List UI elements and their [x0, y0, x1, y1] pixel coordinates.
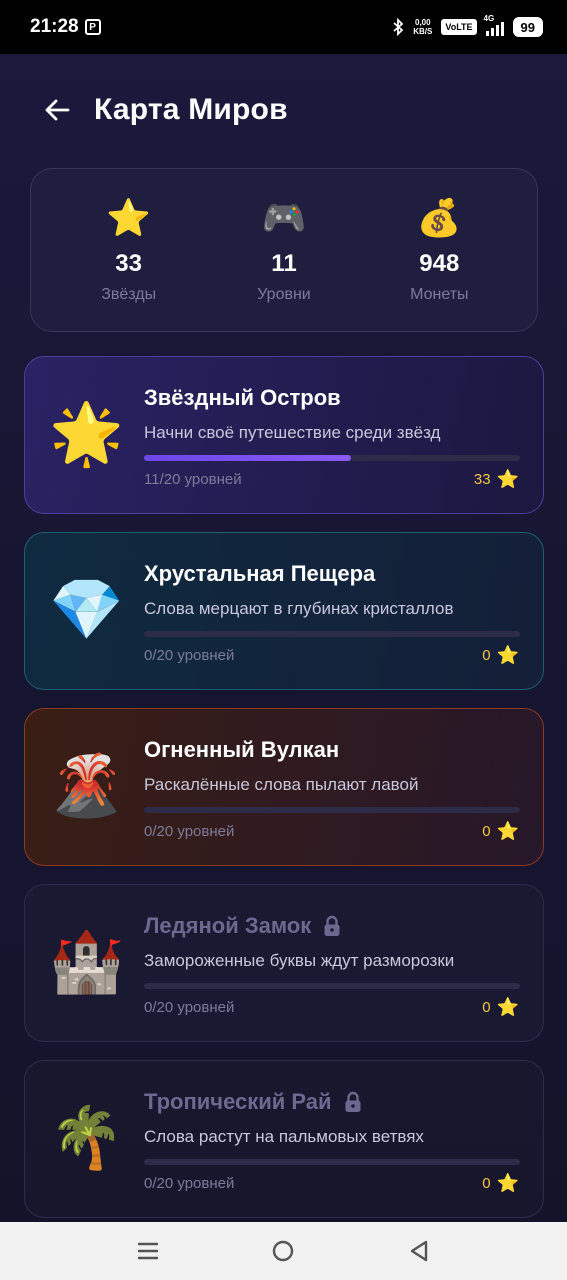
network-speed: 0,00 KB/S [413, 18, 433, 36]
star-icon: ⭐ [496, 469, 519, 489]
header: Карта Миров [44, 88, 537, 132]
star-icon: ⭐ [496, 997, 519, 1017]
gamepad-icon: 🎮 [261, 197, 307, 238]
palm-tree-icon: 🌴 [49, 1104, 124, 1171]
world-description: Слова мерцают в глубинах кристаллов [144, 599, 454, 618]
progress-fill [144, 455, 351, 461]
home-button[interactable] [263, 1231, 303, 1271]
triangle-back-icon [410, 1240, 428, 1262]
circle-icon [273, 1240, 294, 1262]
stats-panel: ⭐ 33 Звёзды 🎮 11 Уровни 💰 948 Монеты [30, 168, 538, 332]
stat-value: 11 [271, 250, 297, 277]
volcano-icon: 🌋 [49, 752, 124, 819]
world-title: Хрустальная Пещера [144, 561, 376, 586]
world-stars: 0 ⭐ [482, 997, 519, 1017]
signal-icon: 4G [484, 14, 504, 36]
world-stars: 0 ⭐ [482, 645, 519, 665]
world-progress-bar [144, 1159, 520, 1165]
world-description: Начни своё путешествие среди звёзд [144, 423, 441, 442]
world-title: Огненный Вулкан [144, 737, 340, 762]
volte-badge: VoLTE [441, 19, 477, 35]
lock-icon [345, 1091, 361, 1112]
world-description: Раскалённые слова пылают лавой [144, 775, 419, 794]
star-icon: ⭐ [496, 1173, 519, 1193]
stat-coins: 💰 948 Монеты [379, 196, 499, 304]
gem-icon: 💎 [49, 576, 124, 643]
lock-icon [324, 915, 340, 936]
stat-value: 948 [419, 250, 460, 277]
parking-notification-icon: P [84, 19, 101, 35]
world-card-crystal-cave[interactable]: 💎 Хрустальная Пещера Слова мерцают в глу… [24, 532, 544, 690]
world-stars: 0 ⭐ [482, 821, 519, 841]
star-icon: ⭐ [496, 645, 519, 665]
world-stars: 0 ⭐ [482, 1173, 519, 1193]
back-button[interactable] [44, 95, 74, 125]
glowing-star-icon: 🌟 [49, 400, 124, 467]
star-icon: ⭐ [106, 197, 152, 238]
world-levels: 0/20 уровней [144, 647, 235, 664]
castle-icon: 🏰 [49, 928, 124, 995]
world-levels: 11/20 уровней [144, 471, 242, 488]
world-description: Слова растут на пальмовых ветвях [144, 1127, 424, 1146]
arrow-left-icon [45, 99, 70, 121]
world-progress-bar [144, 455, 520, 461]
recent-apps-button[interactable] [128, 1231, 168, 1271]
world-progress-bar [144, 631, 520, 637]
world-card-tropical-paradise[interactable]: 🌴 Тропический Рай Слова растут на пальмо… [24, 1060, 544, 1218]
stat-label: Уровни [257, 286, 311, 303]
world-progress-bar [144, 807, 520, 813]
stat-levels: 🎮 11 Уровни [224, 196, 344, 304]
world-levels: 0/20 уровней [144, 999, 235, 1016]
stat-label: Звёзды [101, 286, 157, 303]
world-levels: 0/20 уровней [144, 1175, 235, 1192]
status-bar: 21:28 P 0,00 KB/S VoLTE 4G 99 [0, 0, 567, 54]
stat-label: Монеты [410, 286, 469, 303]
money-bag-icon: 💰 [416, 197, 462, 238]
world-title: Звёздный Остров [144, 385, 341, 410]
world-stars: 33 ⭐ [473, 469, 519, 489]
bluetooth-icon [393, 18, 404, 36]
world-title: Ледяной Замок [144, 913, 341, 939]
world-progress-bar [144, 983, 520, 989]
world-title: Тропический Рай [144, 1089, 362, 1115]
back-nav-button[interactable] [399, 1231, 439, 1271]
page-title: Карта Миров [94, 93, 288, 126]
menu-icon [137, 1242, 159, 1260]
world-card-fire-volcano[interactable]: 🌋 Огненный Вулкан Раскалённые слова пыла… [24, 708, 544, 866]
world-card-ice-castle[interactable]: 🏰 Ледяной Замок Замороженные буквы ждут … [24, 884, 544, 1042]
status-icons: 0,00 KB/S VoLTE 4G 99 [392, 14, 543, 37]
world-card-star-island[interactable]: 🌟 Звёздный Остров Начни своё путешествие… [24, 356, 544, 514]
world-description: Замороженные буквы ждут разморозки [144, 951, 455, 970]
system-nav-bar [0, 1222, 567, 1280]
star-icon: ⭐ [496, 821, 519, 841]
battery-indicator: 99 [512, 17, 543, 37]
world-levels: 0/20 уровней [144, 823, 235, 840]
stat-stars: ⭐ 33 Звёзды [69, 196, 189, 304]
stat-value: 33 [115, 250, 142, 277]
world-map-screen: 21:28 P 0,00 KB/S VoLTE 4G 99 Карта Миро… [0, 0, 567, 1280]
status-time: 21:28 [30, 16, 79, 37]
